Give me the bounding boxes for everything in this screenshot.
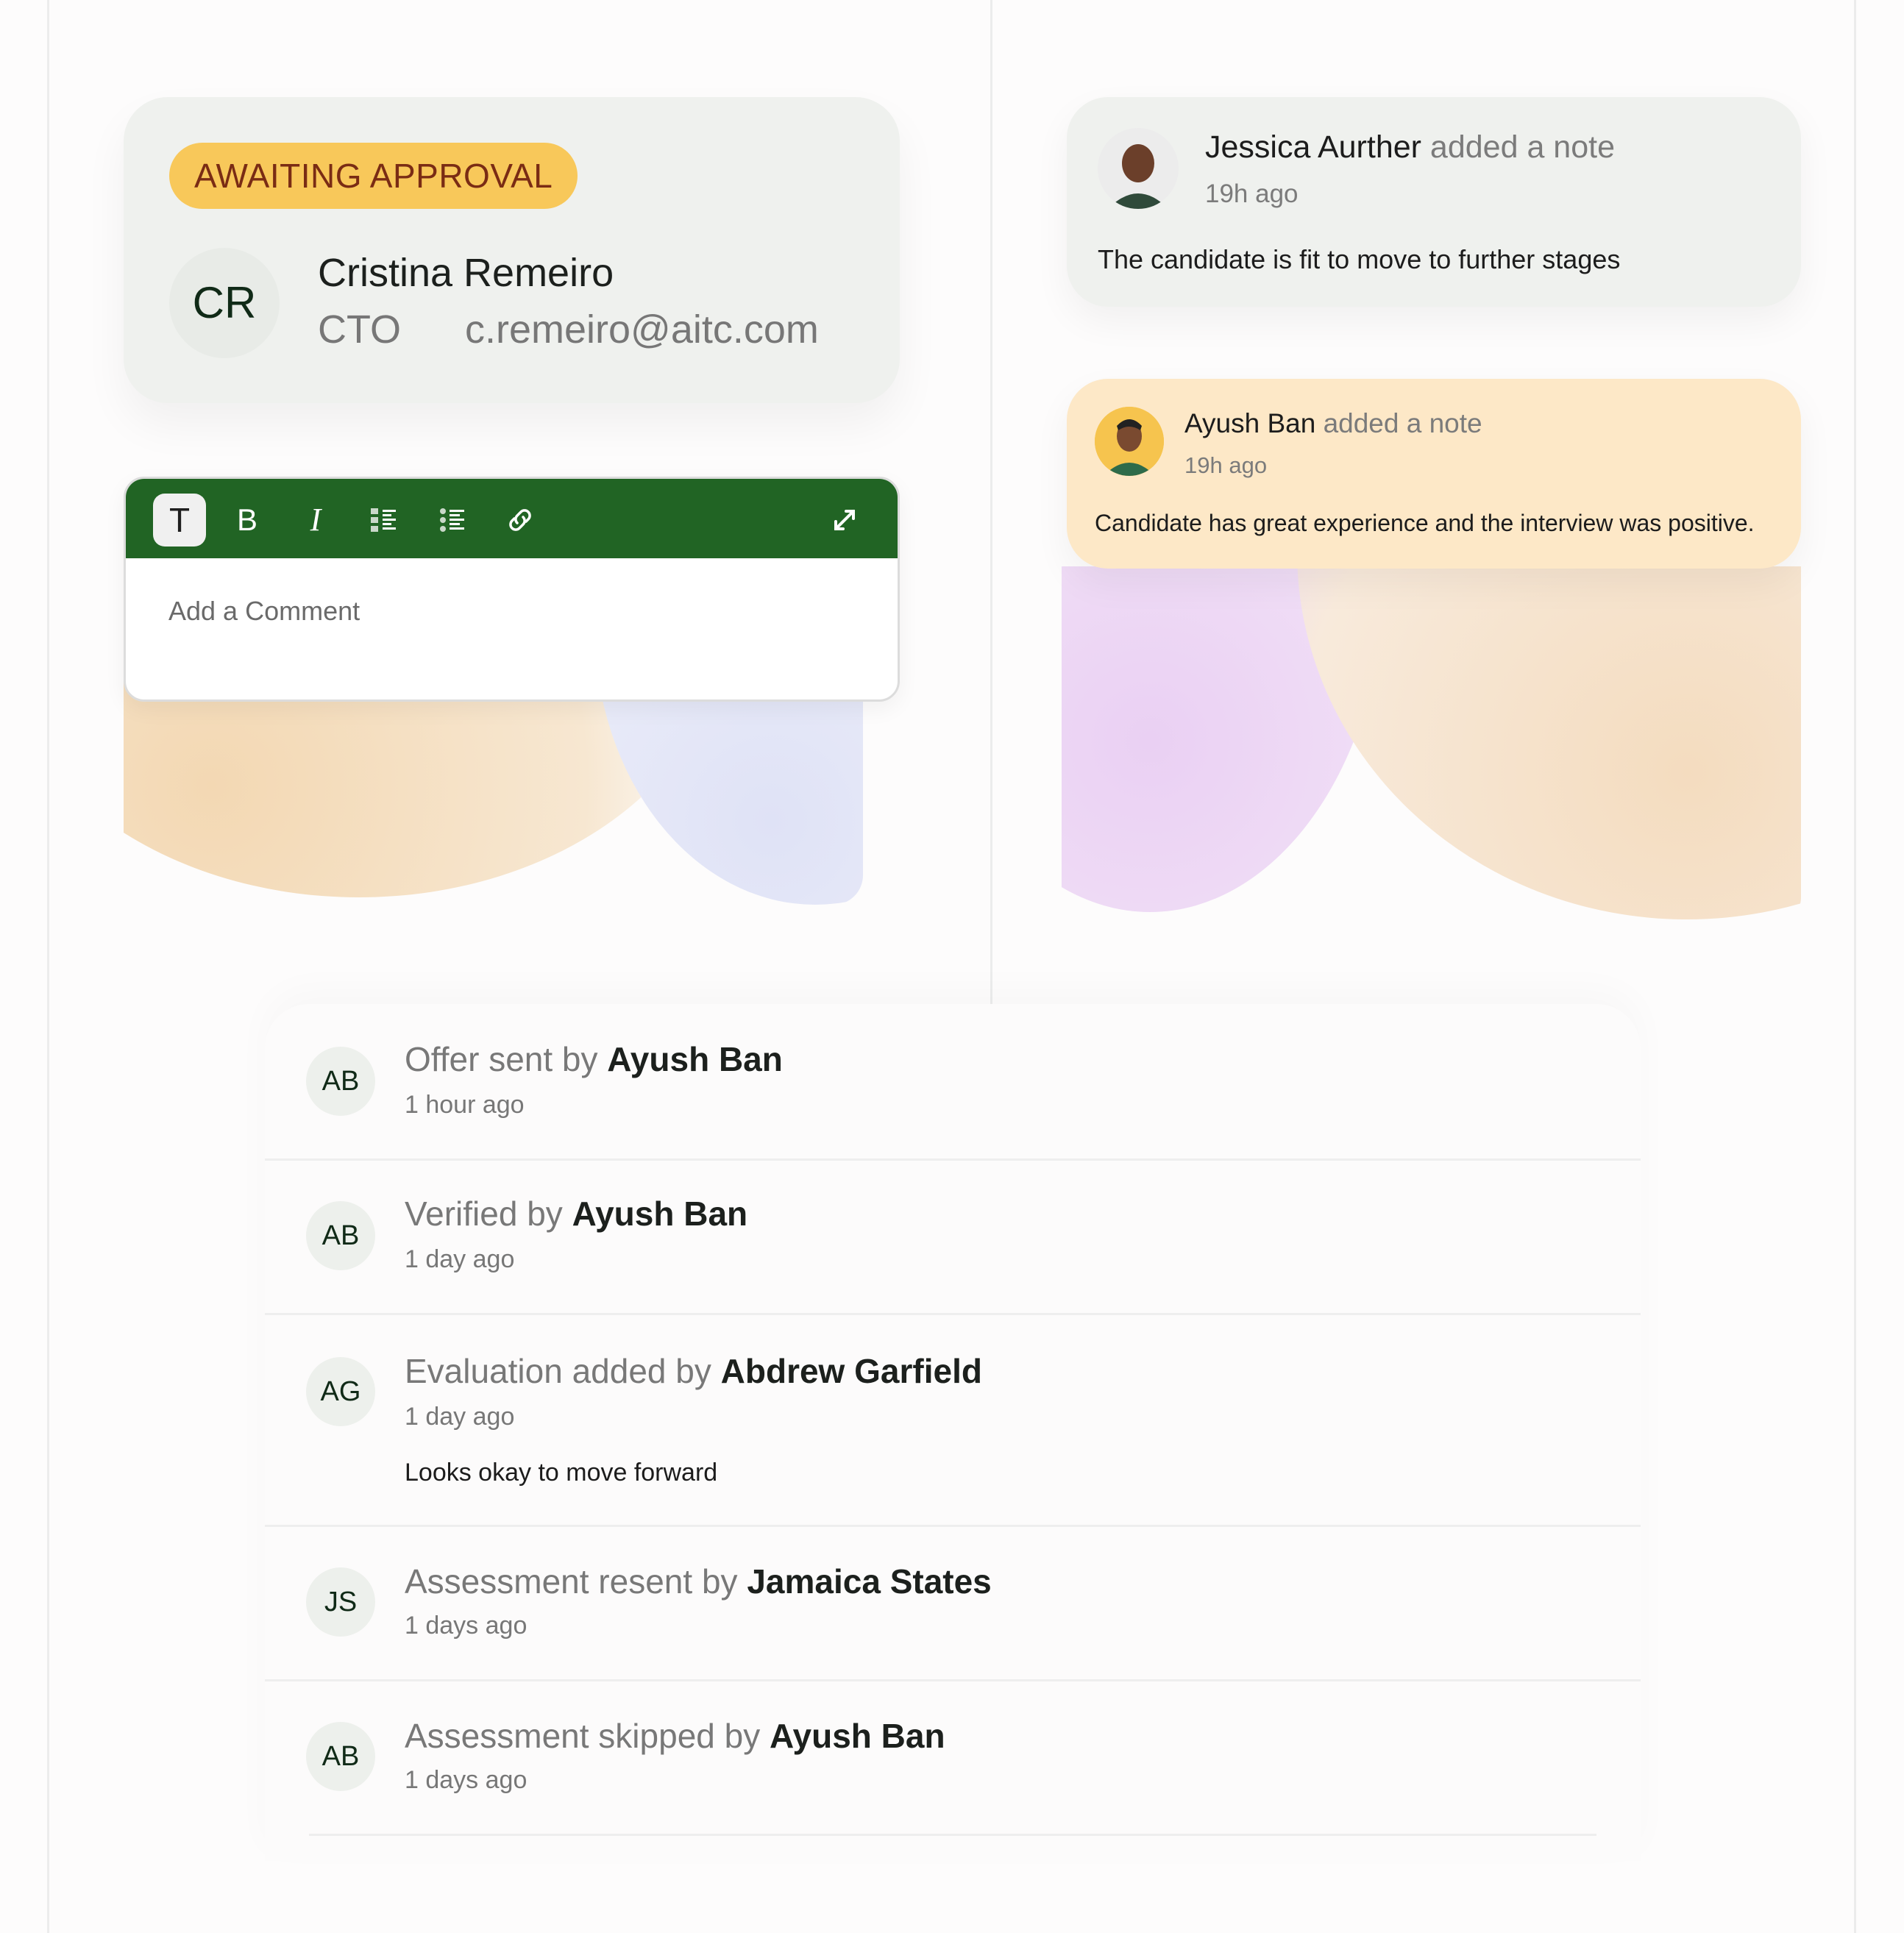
contact-role: CTO xyxy=(318,307,402,352)
editor-toolbar: T B I xyxy=(126,479,898,558)
note-card-highlighted: Ayush Ban added a note 19h ago Candidate… xyxy=(1067,379,1801,569)
note-body: The candidate is fit to move to further … xyxy=(1098,244,1621,274)
note-action: added a note xyxy=(1429,129,1615,165)
note-time: 19h ago xyxy=(1184,452,1268,478)
numbered-list-button[interactable] xyxy=(426,494,479,547)
activity-actor[interactable]: Abdrew Garfield xyxy=(721,1352,982,1390)
activity-time: 1 day ago xyxy=(405,1245,515,1273)
activity-action: Offer sent by xyxy=(405,1040,598,1078)
text-style-icon: T xyxy=(168,501,191,539)
bold-icon: B xyxy=(236,502,257,537)
activity-time: 1 hour ago xyxy=(405,1091,525,1119)
activity-title: Assessment resent by Jamaica States xyxy=(405,1562,992,1601)
note-action: added a note xyxy=(1323,408,1482,438)
activity-row: AG Evaluation added by Abdrew Garfield 1… xyxy=(265,1313,1641,1527)
activity-avatar: JS xyxy=(306,1567,375,1637)
activity-action: Verified by xyxy=(405,1195,563,1233)
text-style-button[interactable]: T xyxy=(153,494,206,547)
activity-row: AB Assessment skipped by Ayush Ban 1 day… xyxy=(306,1679,1596,1836)
activity-title: Assessment skipped by Ayush Ban xyxy=(405,1716,945,1756)
comment-input[interactable] xyxy=(168,589,831,633)
activity-time: 1 days ago xyxy=(405,1766,527,1794)
frame-left-border xyxy=(47,0,49,1933)
note-author[interactable]: Ayush Ban xyxy=(1184,408,1315,438)
note-header: Ayush Ban added a note xyxy=(1184,408,1482,439)
activity-avatar: AG xyxy=(306,1357,375,1426)
note-header: Jessica Aurther added a note xyxy=(1205,129,1615,165)
activity-actor[interactable]: Ayush Ban xyxy=(572,1195,748,1233)
activity-note: Looks okay to move forward xyxy=(405,1459,718,1487)
candidate-approval-card: AWAITING APPROVAL CR Cristina Remeiro CT… xyxy=(124,97,900,403)
activity-time: 1 day ago xyxy=(405,1403,515,1431)
decorative-shape-peach xyxy=(1297,566,1801,919)
activity-row: AB Verified by Ayush Ban 1 day ago xyxy=(265,1158,1641,1315)
link-button[interactable] xyxy=(494,494,547,547)
expand-button[interactable] xyxy=(818,494,871,547)
activity-actor[interactable]: Jamaica States xyxy=(747,1562,991,1601)
activity-title: Verified by Ayush Ban xyxy=(405,1194,747,1234)
contact-name: Cristina Remeiro xyxy=(318,251,614,295)
activity-actor[interactable]: Ayush Ban xyxy=(607,1040,783,1078)
activity-action: Assessment skipped by xyxy=(405,1717,761,1755)
bold-button[interactable]: B xyxy=(221,494,274,547)
numbered-list-icon xyxy=(440,508,464,532)
contact-email[interactable]: c.remeiro@aitc.com xyxy=(465,307,819,352)
expand-icon xyxy=(834,510,855,530)
activity-action: Assessment resent by xyxy=(405,1562,738,1601)
note-card: Jessica Aurther added a note 19h ago The… xyxy=(1067,97,1801,307)
italic-icon: I xyxy=(310,502,322,538)
bullet-list-icon xyxy=(371,508,396,532)
status-badge: AWAITING APPROVAL xyxy=(169,143,578,209)
note-author[interactable]: Jessica Aurther xyxy=(1205,129,1421,165)
decorative-gradient-right xyxy=(1062,566,1801,927)
activity-actor[interactable]: Ayush Ban xyxy=(770,1717,945,1755)
user-avatar-photo xyxy=(1098,128,1179,209)
note-time: 19h ago xyxy=(1205,179,1299,208)
comment-editor: T B I xyxy=(124,477,900,702)
activity-row: JS Assessment resent by Jamaica States 1… xyxy=(265,1525,1641,1681)
user-avatar-photo xyxy=(1095,407,1164,476)
person-icon xyxy=(1095,407,1164,476)
note-body: Candidate has great experience and the i… xyxy=(1095,510,1755,536)
activity-row: AB Offer sent by Ayush Ban 1 hour ago xyxy=(265,1004,1641,1161)
activity-action: Evaluation added by xyxy=(405,1352,711,1390)
bullet-list-button[interactable] xyxy=(358,494,411,547)
activity-time: 1 days ago xyxy=(405,1612,527,1640)
frame-right-border xyxy=(1854,0,1856,1933)
activity-title: Evaluation added by Abdrew Garfield xyxy=(405,1351,982,1391)
person-icon xyxy=(1098,128,1179,209)
italic-button[interactable]: I xyxy=(289,494,342,547)
activity-avatar: AB xyxy=(306,1722,375,1791)
activity-feed: AB Offer sent by Ayush Ban 1 hour ago AB… xyxy=(265,1004,1641,1861)
link-icon xyxy=(509,509,531,531)
contact-avatar: CR xyxy=(169,248,280,358)
activity-title: Offer sent by Ayush Ban xyxy=(405,1039,783,1079)
activity-avatar: AB xyxy=(306,1201,375,1270)
activity-avatar: AB xyxy=(306,1047,375,1116)
center-divider xyxy=(990,0,992,1004)
